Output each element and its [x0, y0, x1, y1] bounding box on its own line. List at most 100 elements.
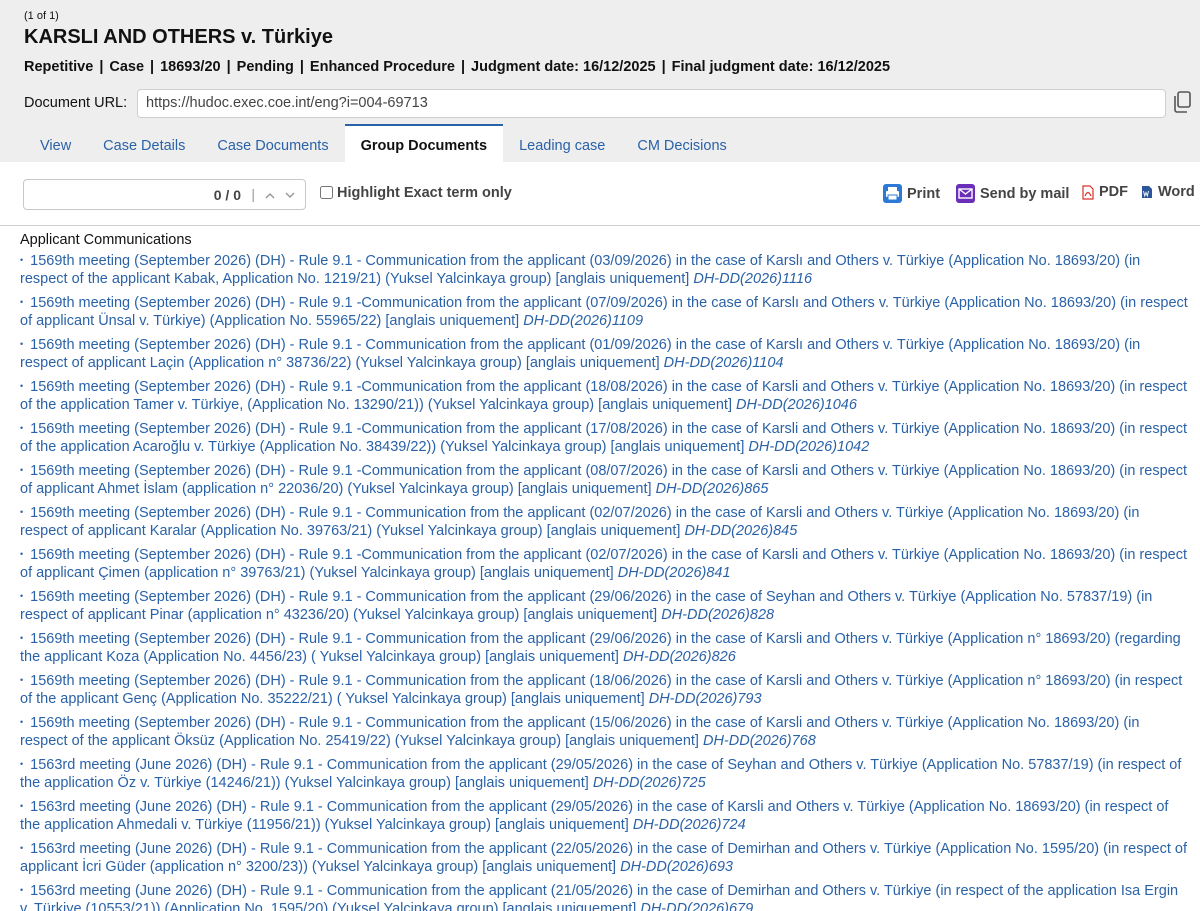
find-in-document-input[interactable]: 0 / 0 | [23, 179, 306, 210]
document-reference[interactable]: DH-DD(2026)724 [633, 817, 746, 833]
tab-cm-decisions[interactable]: CM Decisions [621, 124, 742, 162]
section-title: Applicant Communications [20, 232, 192, 248]
document-title-link[interactable]: 1569th meeting (September 2026) (DH) - R… [20, 715, 1139, 749]
document-title-link[interactable]: 1569th meeting (September 2026) (DH) - R… [20, 589, 1152, 623]
document-title-link[interactable]: 1569th meeting (September 2026) (DH) - R… [20, 379, 1187, 413]
bullet-icon: • [20, 885, 24, 895]
case-meta: Repetitive | Case | 18693/20 | Pending | Enhance… [24, 59, 891, 75]
list-item[interactable]: • 1563rd meeting (June 2026) (DH) - Rule … [20, 755, 1190, 792]
bullet-icon: • [20, 507, 24, 517]
document-reference[interactable]: DH-DD(2026)845 [684, 523, 797, 539]
document-reference[interactable]: DH-DD(2026)1109 [523, 313, 643, 329]
meta-type: Repetitive [24, 59, 94, 75]
bullet-icon: • [20, 381, 24, 391]
tab-leading-case[interactable]: Leading case [503, 124, 621, 162]
send-by-mail-button[interactable]: Send by mail [956, 184, 1069, 203]
search-match-count: 0 / 0 [213, 187, 241, 203]
list-item[interactable]: • 1563rd meeting (June 2026) (DH) - Rule … [20, 881, 1190, 911]
list-item[interactable]: • 1569th meeting (September 2026) (DH) - … [20, 461, 1190, 498]
list-item[interactable]: • 1569th meeting (September 2026) (DH) - … [20, 545, 1190, 582]
list-item[interactable]: • 1569th meeting (September 2026) (DH) - … [20, 587, 1190, 624]
bullet-icon: • [20, 675, 24, 685]
list-item[interactable]: • 1569th meeting (September 2026) (DH) - … [20, 629, 1190, 666]
word-icon [1141, 185, 1153, 199]
document-reference[interactable]: DH-DD(2026)865 [656, 481, 769, 497]
copy-icon[interactable] [1172, 90, 1192, 114]
meta-procedure: Enhanced Procedure [309, 59, 455, 75]
document-url-field[interactable]: https://hudoc.exec.coe.int/eng?i=004-697… [137, 89, 1166, 118]
document-reference[interactable]: DH-DD(2026)1104 [664, 355, 784, 371]
document-reference[interactable]: DH-DD(2026)828 [661, 607, 774, 623]
list-item[interactable]: • 1569th meeting (September 2026) (DH) - … [20, 293, 1190, 330]
list-item[interactable]: • 1569th meeting (September 2026) (DH) - … [20, 335, 1190, 372]
document-reference[interactable]: DH-DD(2026)841 [618, 565, 731, 581]
list-item[interactable]: • 1569th meeting (September 2026) (DH) - … [20, 377, 1190, 414]
send-by-mail-label: Send by mail [980, 185, 1070, 202]
document-title-link[interactable]: 1569th meeting (September 2026) (DH) - R… [20, 505, 1139, 539]
document-title-link[interactable]: 1569th meeting (September 2026) (DH) - R… [20, 673, 1182, 707]
bullet-icon: • [20, 633, 24, 643]
document-reference[interactable]: DH-DD(2026)679 [640, 901, 753, 911]
list-item[interactable]: • 1569th meeting (September 2026) (DH) - … [20, 671, 1190, 708]
printer-icon [883, 184, 902, 203]
document-title-link[interactable]: 1569th meeting (September 2026) (DH) - R… [20, 253, 1140, 287]
document-reference[interactable]: DH-DD(2026)1042 [748, 439, 869, 455]
bullet-icon: • [20, 591, 24, 601]
document-title-link[interactable]: 1569th meeting (September 2026) (DH) - R… [20, 547, 1187, 581]
meta-judgment-date: Judgment date: 16/12/2025 [471, 59, 656, 75]
bullet-icon: • [20, 255, 24, 265]
tab-case-details[interactable]: Case Details [87, 124, 201, 162]
list-item[interactable]: • 1563rd meeting (June 2026) (DH) - Rule … [20, 797, 1190, 834]
document-reference[interactable]: DH-DD(2026)768 [703, 733, 816, 749]
meta-final-judgment-date: Final judgment date: 16/12/2025 [671, 59, 891, 75]
case-header: (1 of 1) KARSLI AND OTHERS v. Türkiye Re… [0, 0, 1200, 162]
bullet-icon: • [20, 549, 24, 559]
pdf-button[interactable]: PDF [1082, 184, 1128, 200]
list-item[interactable]: • 1569th meeting (September 2026) (DH) - … [20, 251, 1190, 288]
list-item[interactable]: • 1569th meeting (September 2026) (DH) - … [20, 419, 1190, 456]
document-title-link[interactable]: 1563rd meeting (June 2026) (DH) - Rule 9… [20, 883, 1178, 911]
list-item[interactable]: • 1569th meeting (September 2026) (DH) - … [20, 713, 1190, 750]
word-button[interactable]: Word [1141, 184, 1195, 200]
pdf-icon [1082, 184, 1094, 200]
document-title-link[interactable]: 1569th meeting (September 2026) (DH) - R… [20, 631, 1181, 665]
meta-kind: Case [109, 59, 145, 75]
result-counter: (1 of 1) [24, 10, 59, 22]
word-label: Word [1158, 184, 1195, 200]
mail-icon [956, 184, 975, 203]
document-title-link[interactable]: 1563rd meeting (June 2026) (DH) - Rule 9… [20, 799, 1168, 833]
bullet-icon: • [20, 423, 24, 433]
list-item[interactable]: • 1569th meeting (September 2026) (DH) - … [20, 503, 1190, 540]
document-title-link[interactable]: 1569th meeting (September 2026) (DH) - R… [20, 463, 1187, 497]
document-url-label: Document URL: [24, 95, 128, 111]
tab-group-documents[interactable]: Group Documents [344, 124, 504, 162]
document-reference[interactable]: DH-DD(2026)826 [623, 649, 736, 665]
tab-case-documents[interactable]: Case Documents [201, 124, 344, 162]
bullet-icon: • [20, 297, 24, 307]
bullet-icon: • [20, 465, 24, 475]
document-title-link[interactable]: 1569th meeting (September 2026) (DH) - R… [20, 337, 1140, 371]
highlight-exact-checkbox[interactable] [320, 186, 333, 199]
list-item[interactable]: • 1563rd meeting (June 2026) (DH) - Rule … [20, 839, 1190, 876]
group-documents-list: Applicant Communications • 1569th meeting… [20, 232, 1190, 911]
bullet-icon: • [20, 759, 24, 769]
next-match-button[interactable] [281, 185, 299, 205]
chevron-up-icon [265, 192, 275, 199]
tab-view[interactable]: View [24, 124, 87, 162]
previous-match-button[interactable] [261, 185, 279, 205]
meta-app-number: 18693/20 [160, 59, 221, 75]
document-reference[interactable]: DH-DD(2026)693 [620, 859, 733, 875]
bullet-icon: • [20, 339, 24, 349]
bullet-icon: • [20, 801, 24, 811]
document-reference[interactable]: DH-DD(2026)1116 [693, 271, 812, 287]
document-title-link[interactable]: 1563rd meeting (June 2026) (DH) - Rule 9… [20, 841, 1187, 875]
document-reference[interactable]: DH-DD(2026)793 [649, 691, 762, 707]
print-button[interactable]: Print [883, 184, 940, 203]
document-reference[interactable]: DH-DD(2026)1046 [736, 397, 857, 413]
document-title-link[interactable]: 1569th meeting (September 2026) (DH) - R… [20, 421, 1187, 455]
document-toolbar: 0 / 0 | Highlight Exact term only Print … [0, 162, 1200, 226]
meta-status: Pending [236, 59, 294, 75]
case-title: KARSLI AND OTHERS v. Türkiye [24, 26, 333, 48]
bullet-icon: • [20, 717, 24, 727]
document-reference[interactable]: DH-DD(2026)725 [593, 775, 706, 791]
